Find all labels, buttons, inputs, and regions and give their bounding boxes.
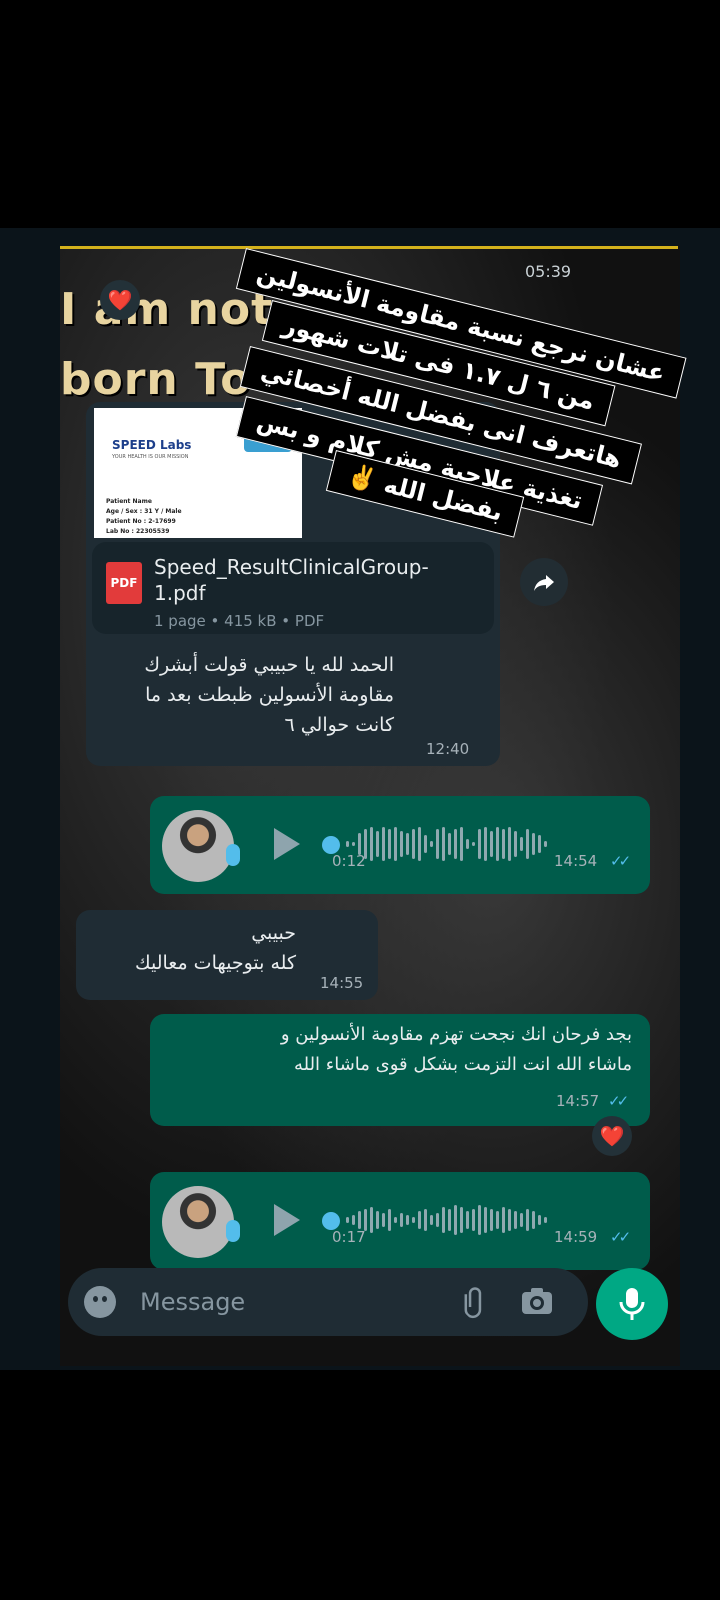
emoji-icon[interactable]	[84, 1286, 116, 1318]
mic-icon	[226, 844, 240, 866]
voice-record-button[interactable]	[596, 1268, 668, 1340]
message-time: 14:54	[554, 852, 598, 870]
reaction-heart[interactable]: ❤️	[592, 1116, 632, 1156]
preview-row: Patient No : 2-17699	[106, 518, 176, 525]
message-time: 14:57	[556, 1092, 600, 1110]
story-time: 05:39	[525, 262, 572, 281]
voice-duration: 0:17	[332, 1228, 366, 1246]
voice-waveform[interactable]	[346, 1200, 547, 1240]
chat-screen: I am not born To die ❤️ 05:39 SPEED Labs…	[0, 228, 720, 1370]
message-composer[interactable]: Message	[68, 1268, 588, 1336]
document-meta: 1 page • 415 kB • PDF	[154, 612, 325, 630]
message-text: كله بتوجيهات معاليك	[134, 952, 296, 974]
lab-tagline: YOUR HEALTH IS OUR MISSION	[112, 454, 189, 460]
message-time: 12:40	[426, 740, 470, 758]
attach-icon[interactable]	[453, 1280, 497, 1324]
document-caption: الحمد لله يا حبيبي قولت أبشرك مقاومة الأ…	[144, 654, 394, 736]
camera-icon[interactable]	[520, 1286, 554, 1316]
wallpaper-text-1: I am not	[60, 284, 274, 335]
message-text: حبيبي	[251, 922, 296, 944]
double-check-icon: ✓✓	[608, 1092, 629, 1110]
pdf-icon: PDF	[106, 562, 142, 604]
play-icon[interactable]	[274, 828, 300, 860]
message-time: 14:59	[554, 1228, 598, 1246]
preview-row: Patient Name	[106, 498, 152, 505]
message-time: 14:55	[320, 974, 364, 992]
wallpaper-border	[60, 246, 678, 249]
avatar[interactable]	[162, 1186, 234, 1258]
mic-icon	[226, 1220, 240, 1242]
preview-row: Age / Sex : 31 Y / Male	[106, 508, 182, 515]
preview-row: Lab No : 22305539	[106, 528, 170, 535]
message-text: ماشاء الله انت التزمت بشكل قوى ماشاء الل…	[293, 1054, 632, 1075]
forward-button[interactable]	[520, 558, 568, 606]
message-text: بجد فرحان انك نجحت تهزم مقاومة الأنسولين…	[280, 1024, 632, 1045]
voice-waveform[interactable]	[346, 824, 547, 864]
reaction-heart[interactable]: ❤️	[100, 280, 140, 320]
lab-logo: SPEED Labs	[112, 438, 192, 452]
message-input[interactable]: Message	[140, 1288, 245, 1316]
double-check-icon: ✓✓	[610, 1228, 631, 1246]
play-icon[interactable]	[274, 1204, 300, 1236]
forward-icon	[534, 575, 554, 591]
double-check-icon: ✓✓	[610, 852, 631, 870]
avatar[interactable]	[162, 810, 234, 882]
voice-duration: 0:12	[332, 852, 366, 870]
mic-icon	[619, 1288, 645, 1320]
document-filename: Speed_ResultClinicalGroup-1.pdf	[154, 555, 429, 605]
